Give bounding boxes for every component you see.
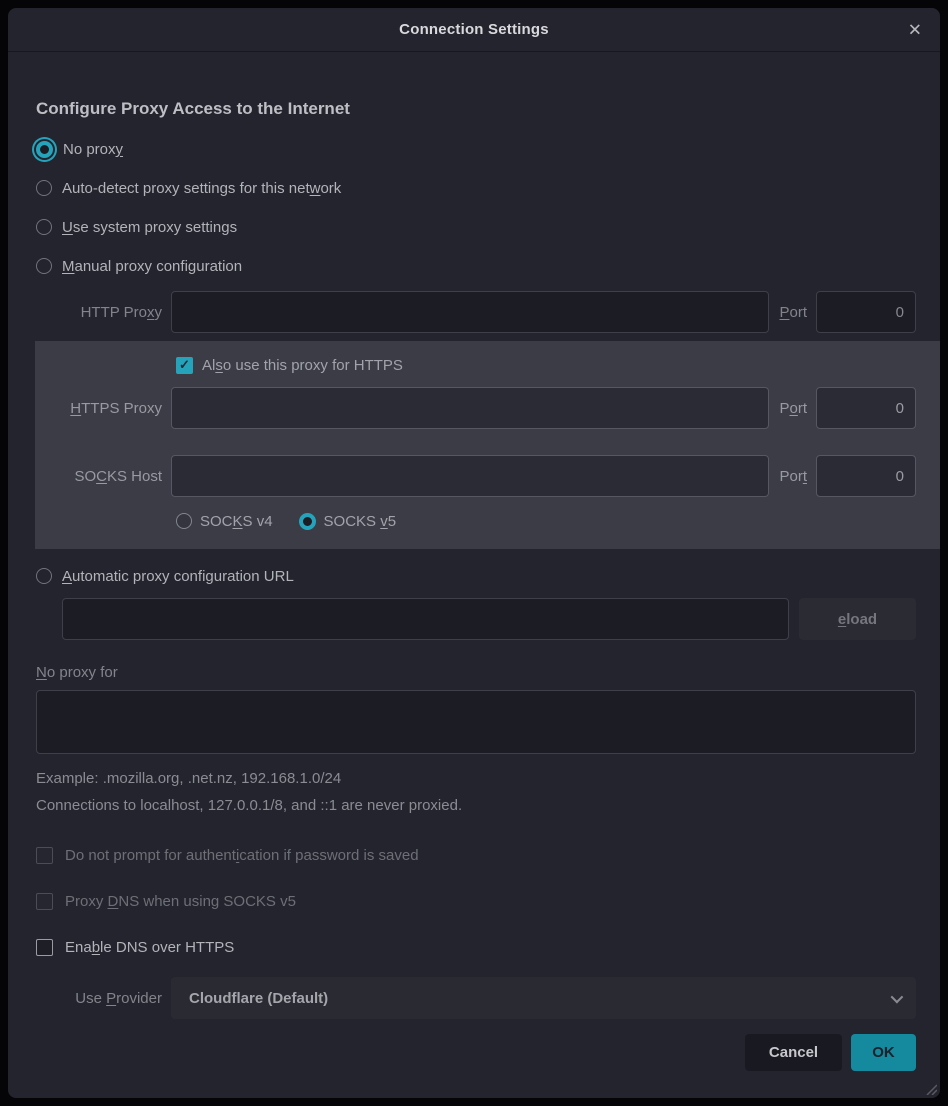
cancel-button[interactable]: Cancel [745,1034,842,1071]
radio-button-socks-v5[interactable] [299,513,316,530]
automatic-url-row: eload [62,598,916,640]
dialog-titlebar: Connection Settings ✕ [8,8,940,52]
radio-button-automatic-url[interactable] [36,568,52,584]
page-title: Configure Proxy Access to the Internet [36,98,916,120]
http-port-label: Port [779,304,807,321]
https-socks-section: ✓ Also use this proxy for HTTPS HTTPS Pr… [35,341,940,549]
radio-button-manual-proxy[interactable] [36,258,52,274]
radio-label-auto-detect: Auto-detect proxy settings for this netw… [62,180,341,197]
http-proxy-label: HTTP Proxy [36,304,171,321]
http-proxy-row: HTTP Proxy Port [36,291,916,333]
radio-label-manual-proxy: Manual proxy configuration [62,258,242,275]
https-port-label: Port [779,400,807,417]
radio-option-no-proxy[interactable]: No proxy [36,134,916,164]
https-proxy-label: HTTPS Proxy [36,400,171,417]
radio-button-socks-v4[interactable] [176,513,192,529]
doh-provider-row: Use Provider Cloudflare (Default) [36,977,916,1019]
radio-label-system-proxy: Use system proxy settings [62,219,237,236]
check-icon: ✓ [179,357,190,373]
socks-port-input[interactable] [816,455,916,497]
automatic-url-input[interactable] [62,598,789,640]
http-proxy-input[interactable] [171,291,769,333]
also-https-checkbox-row[interactable]: ✓ Also use this proxy for HTTPS [176,353,916,377]
radio-option-manual-proxy[interactable]: Manual proxy configuration [36,251,916,281]
spacer [36,429,916,455]
no-proxy-for-label: No proxy for [36,664,916,681]
connection-settings-dialog: Connection Settings ✕ Configure Proxy Ac… [8,8,940,1098]
resize-grip[interactable] [924,1082,937,1095]
radio-label-no-proxy: No proxy [63,141,123,158]
https-proxy-input[interactable] [171,387,769,429]
radio-button-auto-detect[interactable] [36,180,52,196]
proxy-dns-row[interactable]: Proxy DNS when using SOCKS v5 [36,889,916,913]
radio-button-no-proxy[interactable] [36,141,53,158]
chevron-down-icon [891,990,904,1003]
also-https-label: Also use this proxy for HTTPS [202,357,403,374]
no-prompt-auth-label: Do not prompt for authentication if pass… [65,847,419,864]
proxy-dns-checkbox[interactable] [36,893,53,910]
socks-host-input[interactable] [171,455,769,497]
dialog-content: Configure Proxy Access to the Internet N… [8,98,940,1071]
doh-provider-dropdown[interactable]: Cloudflare (Default) [171,977,916,1019]
radio-label-socks-v4: SOCKS v4 [200,513,273,530]
socks-host-row: SOCKS Host Port [36,455,916,497]
reload-button[interactable]: eload [799,598,916,640]
enable-doh-label: Enable DNS over HTTPS [65,939,234,956]
no-proxy-example-text: Example: .mozilla.org, .net.nz, 192.168.… [36,770,916,787]
radio-option-auto-detect[interactable]: Auto-detect proxy settings for this netw… [36,173,916,203]
also-https-checkbox[interactable]: ✓ [176,357,193,374]
enable-doh-checkbox[interactable] [36,939,53,956]
socks-port-label: Port [779,468,807,485]
radio-label-automatic-url: Automatic proxy configuration URL [62,568,294,585]
socks-version-row: SOCKS v4 SOCKS v5 [176,509,916,533]
https-proxy-row: HTTPS Proxy Port [36,387,916,429]
doh-provider-selected-value: Cloudflare (Default) [189,990,891,1007]
radio-option-system-proxy[interactable]: Use system proxy settings [36,212,916,242]
socks-host-label: SOCKS Host [36,468,171,485]
proxy-dns-label: Proxy DNS when using SOCKS v5 [65,893,296,910]
http-port-input[interactable] [816,291,916,333]
close-icon[interactable]: ✕ [908,21,922,38]
no-prompt-auth-row[interactable]: Do not prompt for authentication if pass… [36,843,916,867]
use-provider-label: Use Provider [36,990,171,1007]
no-proxy-note-text: Connections to localhost, 127.0.0.1/8, a… [36,797,916,814]
no-proxy-for-textarea[interactable] [36,690,916,754]
dialog-footer: Cancel OK [36,1034,916,1071]
radio-option-automatic-url[interactable]: Automatic proxy configuration URL [36,561,916,591]
dialog-title: Connection Settings [399,21,549,38]
https-port-input[interactable] [816,387,916,429]
enable-doh-row[interactable]: Enable DNS over HTTPS [36,935,916,959]
no-prompt-auth-checkbox[interactable] [36,847,53,864]
ok-button[interactable]: OK [851,1034,916,1071]
radio-label-socks-v5: SOCKS v5 [324,513,397,530]
radio-button-system-proxy[interactable] [36,219,52,235]
